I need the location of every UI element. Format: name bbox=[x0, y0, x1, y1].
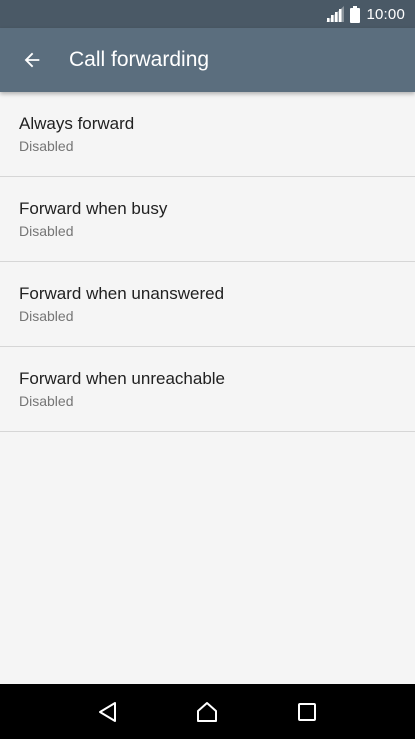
list-item-always-forward[interactable]: Always forward Disabled bbox=[0, 92, 415, 177]
recents-icon bbox=[298, 702, 317, 721]
home-icon bbox=[197, 701, 218, 722]
back-triangle-icon bbox=[98, 701, 116, 722]
list-item-forward-when-unreachable[interactable]: Forward when unreachable Disabled bbox=[0, 347, 415, 432]
battery-icon bbox=[350, 5, 361, 23]
list-item-title: Forward when unreachable bbox=[19, 368, 226, 388]
navigation-bar bbox=[0, 684, 415, 739]
status-clock: 10:00 bbox=[366, 5, 405, 23]
list-item-title: Always forward bbox=[19, 113, 135, 133]
signal-icon bbox=[326, 6, 345, 22]
list-item-status: Disabled bbox=[19, 222, 74, 239]
list-item-forward-when-busy[interactable]: Forward when busy Disabled bbox=[0, 177, 415, 262]
app-bar: Call forwarding bbox=[0, 28, 415, 92]
nav-back-button[interactable] bbox=[86, 690, 130, 734]
screen: 10:00 Call forwarding Always forward Dis… bbox=[0, 0, 415, 739]
back-button[interactable] bbox=[0, 28, 64, 92]
status-bar: 10:00 bbox=[0, 0, 415, 28]
nav-home-button[interactable] bbox=[185, 690, 229, 734]
nav-recents-button[interactable] bbox=[285, 690, 329, 734]
list-item-status: Disabled bbox=[19, 392, 74, 409]
list-item-status: Disabled bbox=[19, 307, 74, 324]
list-item-title: Forward when busy bbox=[19, 198, 168, 218]
forwarding-options-list: Always forward Disabled Forward when bus… bbox=[0, 92, 415, 432]
list-item-title: Forward when unanswered bbox=[19, 283, 225, 303]
list-item-status: Disabled bbox=[19, 137, 74, 154]
page-title: Call forwarding bbox=[69, 48, 210, 71]
list-item-forward-when-unanswered[interactable]: Forward when unanswered Disabled bbox=[0, 262, 415, 347]
arrow-back-icon bbox=[24, 52, 40, 68]
